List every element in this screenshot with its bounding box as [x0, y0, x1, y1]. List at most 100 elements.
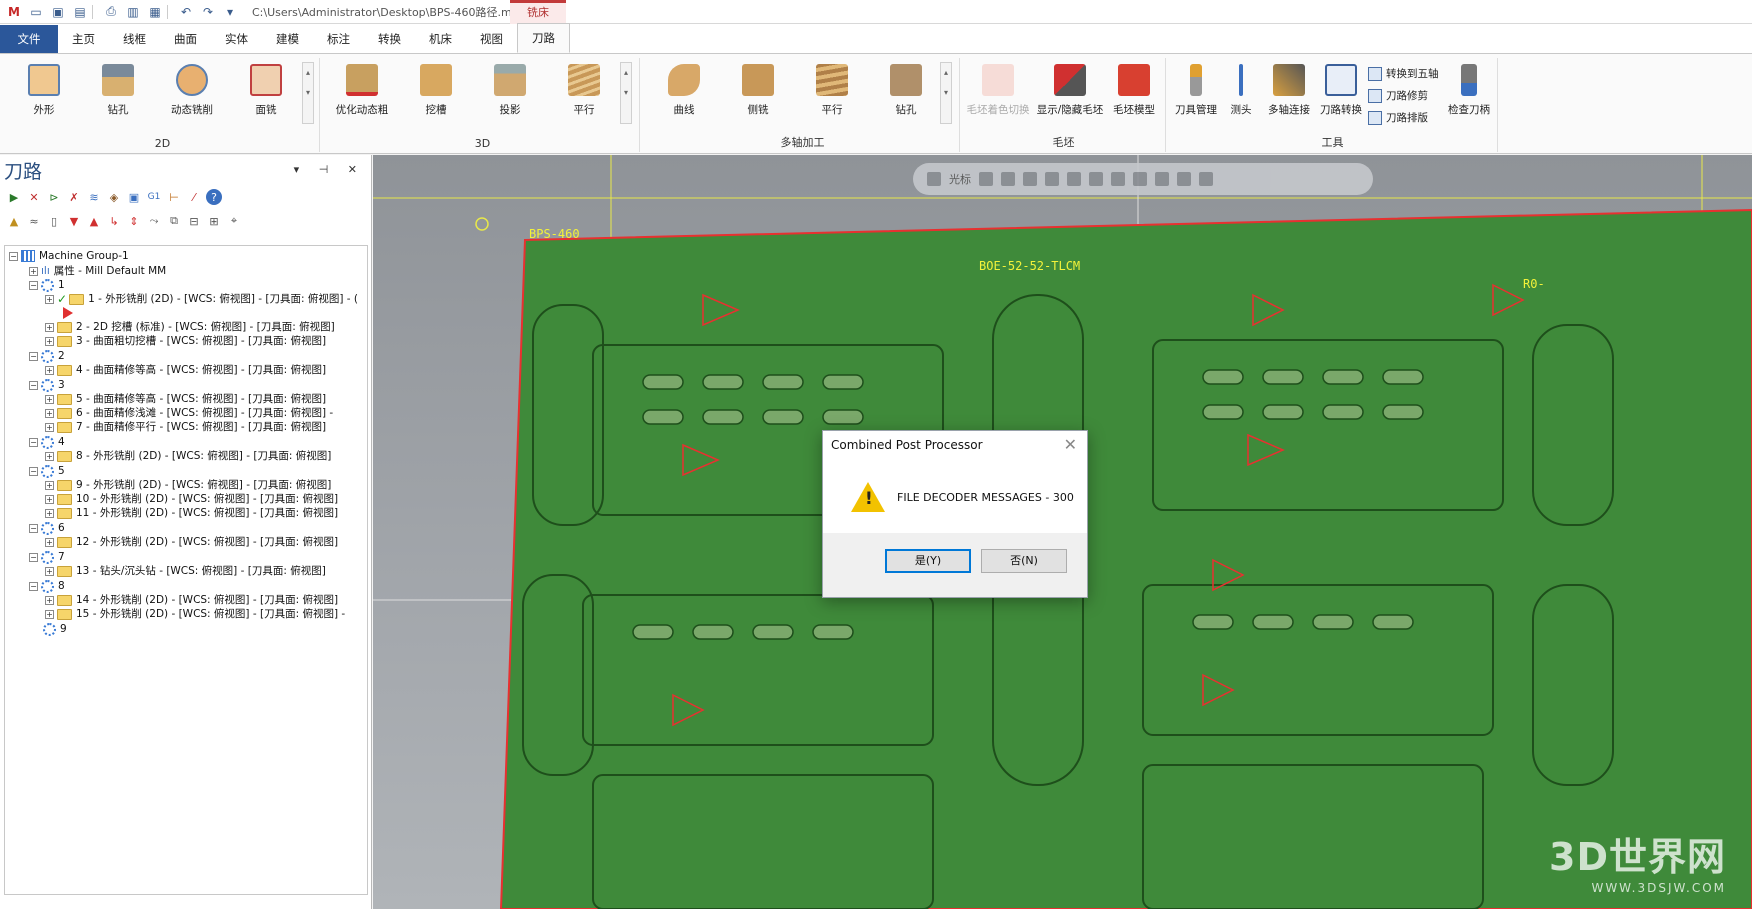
collapse-tree-icon[interactable]: ⌖	[226, 213, 242, 229]
hst-icon[interactable]: ⁄	[186, 189, 202, 205]
reorder-icon[interactable]: ⇕	[126, 213, 142, 229]
expand-toggle[interactable]: +	[45, 365, 54, 375]
expand-toggle[interactable]: +	[45, 537, 54, 547]
collapse-toggle[interactable]: −	[29, 351, 38, 361]
chain-select-icon[interactable]	[1111, 172, 1125, 186]
filter-icon[interactable]	[1155, 172, 1169, 186]
contour-button[interactable]: 外形	[12, 64, 76, 117]
expand-toggle[interactable]: +	[45, 595, 54, 605]
no-button[interactable]: 否(N)	[981, 549, 1067, 573]
insert-arrow-icon[interactable]: ↳	[106, 213, 122, 229]
swarf-button[interactable]: 侧铣	[726, 64, 790, 117]
tree-op[interactable]: + 12 - 外形铣削 (2D) - [WCS: 俯视图] - [刀具面: 俯视…	[45, 534, 338, 550]
collapse-toggle[interactable]: −	[29, 437, 38, 447]
undo-icon[interactable]: ↶	[178, 4, 194, 20]
collapse-toggle[interactable]: −	[29, 466, 38, 476]
expand-toggle[interactable]: +	[45, 480, 54, 490]
trim-toolpath-button[interactable]: 刀路修剪	[1368, 88, 1428, 103]
nesting-button[interactable]: 刀路排版	[1368, 110, 1428, 125]
tree-op[interactable]: + 7 - 曲面精修平行 - [WCS: 俯视图] - [刀具面: 俯视图]	[45, 419, 326, 435]
close-icon[interactable]: ✕	[1064, 435, 1077, 454]
tree-op[interactable]: + 4 - 曲面精修等高 - [WCS: 俯视图] - [刀具面: 俯视图]	[45, 362, 326, 378]
properties-icon[interactable]: ▦	[147, 4, 163, 20]
tab-surfaces[interactable]: 曲面	[160, 25, 211, 53]
cursor-label[interactable]: 光标	[949, 171, 971, 187]
tree-root[interactable]: − Machine Group-1	[9, 248, 129, 264]
toggle-display-icon[interactable]: ≈	[26, 213, 42, 229]
tab-toolpaths[interactable]: 刀路	[517, 23, 570, 53]
transform-toolpath-button[interactable]: 刀路转换	[1312, 64, 1370, 117]
face-select-icon[interactable]	[1045, 172, 1059, 186]
verify-select-icon[interactable]	[1177, 172, 1191, 186]
parallel-3d-button[interactable]: 平行	[552, 64, 616, 117]
expand-toggle[interactable]: +	[45, 494, 54, 504]
help-icon[interactable]: ?	[206, 189, 222, 205]
tab-view[interactable]: 视图	[466, 25, 517, 53]
solid-select-icon[interactable]	[1023, 172, 1037, 186]
gallery-scroll-multiaxis[interactable]: ▴ ▾	[940, 62, 952, 124]
collapse-toggle[interactable]: −	[29, 280, 38, 290]
expand-toggle[interactable]: +	[45, 451, 54, 461]
tree-op[interactable]: + 3 - 曲面粗切挖槽 - [WCS: 俯视图] - [刀具面: 俯视图]	[45, 333, 326, 349]
select-failed-icon[interactable]: ⊳	[46, 189, 62, 205]
expand-toggle[interactable]: +	[45, 508, 54, 518]
move-up-icon[interactable]: ▲	[86, 213, 102, 229]
drill-multi-button[interactable]: 钻孔	[874, 64, 938, 117]
collapse-toggle[interactable]: −	[29, 380, 38, 390]
tree-op[interactable]: + 13 - 钻头/沉头钻 - [WCS: 俯视图] - [刀具面: 俯视图]	[45, 563, 326, 579]
scroll-insert-icon[interactable]: ⤳	[146, 213, 162, 229]
regenerate-icon[interactable]: ✗	[66, 189, 82, 205]
verify-icon[interactable]: ◈	[106, 189, 122, 205]
collapse-toggle[interactable]: −	[29, 581, 38, 591]
window-select-icon[interactable]	[1133, 172, 1147, 186]
multiaxis-linking-button[interactable]: 多轴连接	[1260, 64, 1318, 117]
move-down-icon[interactable]: ▼	[66, 213, 82, 229]
parallel-multi-button[interactable]: 平行	[800, 64, 864, 117]
panel-controls[interactable]: ▾ ⊣ ✕	[294, 163, 365, 176]
save-as-icon[interactable]: ▥	[125, 4, 141, 20]
optirough-button[interactable]: 优化动态粗	[330, 64, 394, 117]
check-holder-button[interactable]: 检查刀柄	[1440, 64, 1498, 117]
probe-button[interactable]: 测头	[1216, 64, 1266, 117]
drill-button[interactable]: 钻孔	[86, 64, 150, 117]
simulate-icon[interactable]: ▣	[126, 189, 142, 205]
context-tab-mill[interactable]: 铣床	[510, 0, 566, 24]
expand-toggle[interactable]: +	[45, 322, 54, 332]
yes-button[interactable]: 是(Y)	[885, 549, 971, 573]
expand-toggle[interactable]: +	[45, 294, 54, 304]
select-icon[interactable]	[1001, 172, 1015, 186]
tab-model-prep[interactable]: 建模	[262, 25, 313, 53]
save-icon[interactable]: ▣	[50, 4, 66, 20]
tab-wireframe[interactable]: 线框	[109, 25, 160, 53]
options-icon[interactable]: ⊟	[186, 213, 202, 229]
gallery-scroll-2d[interactable]: ▴ ▾	[302, 62, 314, 124]
single-display-icon[interactable]: ⧉	[166, 213, 182, 229]
snap-icon[interactable]	[979, 172, 993, 186]
stock-shading-button[interactable]: 毛坯着色切换	[962, 64, 1034, 117]
collapse-toggle[interactable]: −	[29, 523, 38, 533]
expand-toggle[interactable]: +	[45, 609, 54, 619]
deselect-icon[interactable]: ✕	[26, 189, 42, 205]
expand-toggle[interactable]: +	[45, 336, 54, 346]
edge-select-icon[interactable]	[1067, 172, 1081, 186]
face-mill-button[interactable]: 面铣	[234, 64, 298, 117]
show-hide-stock-button[interactable]: 显示/隐藏毛坯	[1032, 64, 1108, 117]
tab-drafting[interactable]: 标注	[313, 25, 364, 53]
expand-toggle[interactable]: +	[45, 566, 54, 576]
tab-file[interactable]: 文件	[0, 25, 58, 53]
expand-toggle[interactable]: +	[29, 266, 38, 276]
post-g1-icon[interactable]: G1	[146, 189, 162, 205]
tab-machine[interactable]: 机床	[415, 25, 466, 53]
curve-button[interactable]: 曲线	[652, 64, 716, 117]
backplot-icon[interactable]: ≋	[86, 189, 102, 205]
print-icon[interactable]: ⎙	[103, 4, 119, 20]
tab-transform[interactable]: 转换	[364, 25, 415, 53]
tree-op[interactable]: + 8 - 外形铣削 (2D) - [WCS: 俯视图] - [刀具面: 俯视图…	[45, 448, 331, 464]
lock-icon[interactable]	[927, 172, 941, 186]
tab-home[interactable]: 主页	[58, 25, 109, 53]
customize-dropdown-icon[interactable]: ▾	[222, 4, 238, 20]
dynamic-mill-button[interactable]: 动态铣削	[160, 64, 224, 117]
redo-icon[interactable]: ↷	[200, 4, 216, 20]
expand-toggle[interactable]: +	[45, 422, 54, 432]
new-file-icon[interactable]: ▭	[28, 4, 44, 20]
